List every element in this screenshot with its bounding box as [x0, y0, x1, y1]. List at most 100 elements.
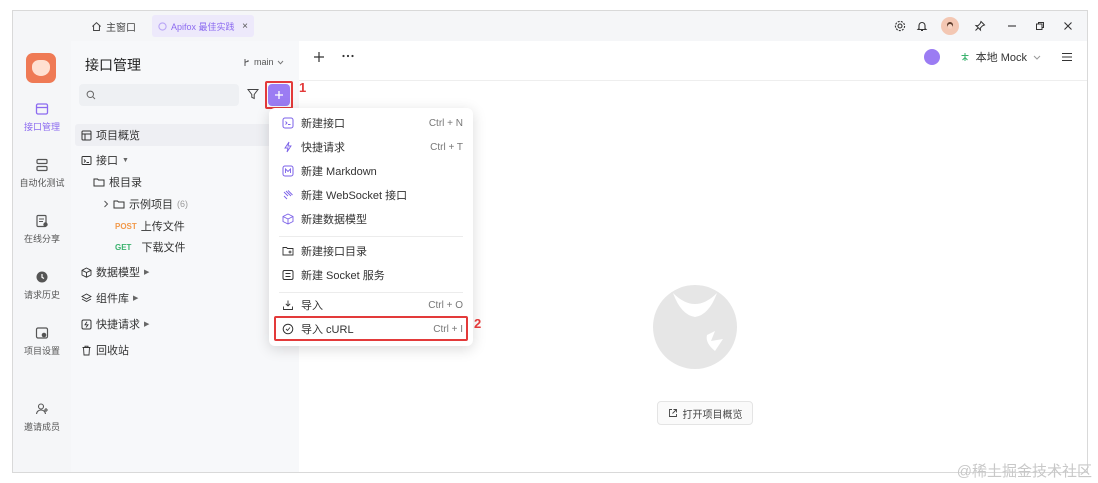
chevron-down-icon: [1033, 55, 1041, 60]
api-sidebar: 接口管理 main 1 项目概览 接口 ▼ 根目录 示例项目 (6) POST …: [71, 41, 306, 472]
project-tab[interactable]: Apifox 最佳实践 ×: [152, 15, 254, 37]
step-1-label: 1: [299, 80, 307, 95]
menu-divider: [279, 292, 463, 293]
menu-icon[interactable]: [1061, 52, 1073, 62]
open-external-icon: [668, 408, 678, 418]
caret-right-icon: ▶: [133, 295, 139, 302]
open-overview-label: 打开项目概览: [682, 409, 743, 421]
menu-item-new-folder[interactable]: 新建接口目录: [269, 240, 473, 262]
menu-item-import[interactable]: 导入 Ctrl + O: [269, 294, 473, 316]
nav-share[interactable]: 在线分享: [13, 213, 71, 245]
app-window: 主窗口 Apifox 最佳实践 × 接口管理 自动化测试 在线分享 请求历史 项…: [12, 10, 1088, 473]
apifox-logo: [26, 53, 56, 83]
history-icon: [34, 269, 50, 285]
user-avatar[interactable]: [941, 17, 959, 35]
tree-item-overview[interactable]: 项目概览: [75, 124, 295, 146]
main-toolbar: 本地 Mock: [299, 41, 1087, 81]
tree-item-example[interactable]: 示例项目 (6): [103, 196, 188, 212]
tree-label: 根目录: [109, 177, 142, 189]
settings-icon: [34, 325, 50, 341]
menu-item-new-schema[interactable]: 新建数据模型: [269, 208, 473, 230]
menu-item-new-websocket[interactable]: 新建 WebSocket 接口: [269, 184, 473, 206]
tree-label: 项目概览: [96, 130, 140, 142]
new-folder-icon: [281, 244, 295, 258]
tree-item-components[interactable]: 组件库 ▶: [81, 290, 138, 306]
menu-label: 新建接口: [301, 118, 345, 130]
more-icon[interactable]: [341, 50, 355, 62]
home-tab-label: 主窗口: [106, 22, 136, 34]
folder-icon: [113, 199, 125, 209]
api-management-icon: [34, 101, 50, 117]
menu-shortcut: Ctrl + T: [430, 141, 463, 153]
layers-icon: [81, 292, 92, 304]
invite-member-icon: [34, 401, 50, 417]
menu-label: 新建 Socket 服务: [301, 270, 385, 282]
tree-item-upload-file[interactable]: POST 上传文件: [115, 218, 185, 234]
tree-label: 组件库: [96, 293, 129, 305]
tree-item-apis[interactable]: 接口 ▼: [81, 152, 129, 168]
environment-status-icon[interactable]: [923, 49, 940, 65]
nav-label: 接口管理: [23, 122, 60, 132]
automation-icon: [34, 157, 50, 173]
pin-icon[interactable]: [969, 16, 991, 36]
minimize-icon[interactable]: [1001, 16, 1023, 36]
menu-label: 新建 Markdown: [301, 166, 377, 178]
nav-label: 邀请成员: [23, 422, 60, 432]
nav-history[interactable]: 请求历史: [13, 269, 71, 301]
cube-icon: [81, 266, 92, 278]
empty-state-illustration: [649, 281, 741, 373]
menu-item-new-markdown[interactable]: 新建 Markdown: [269, 160, 473, 182]
notification-bell-icon[interactable]: [911, 16, 933, 36]
import-icon: [281, 298, 295, 312]
menu-item-new-api[interactable]: 新建接口 Ctrl + N: [269, 112, 473, 134]
environment-name: 本地 Mock: [975, 52, 1027, 64]
tree-item-schemas[interactable]: 数据模型 ▶: [81, 264, 149, 280]
settings-gear-icon[interactable]: [889, 16, 911, 36]
tree-label: 下载文件: [141, 242, 186, 254]
close-window-icon[interactable]: [1057, 16, 1079, 36]
menu-shortcut: Ctrl + O: [428, 299, 463, 311]
search-icon: [86, 90, 96, 100]
tree-label: 数据模型: [96, 267, 140, 279]
menu-divider: [279, 236, 463, 237]
nav-label: 请求历史: [23, 290, 60, 300]
caret-right-icon: ▶: [144, 321, 150, 328]
menu-label: 导入: [301, 300, 323, 312]
menu-label: 新建 WebSocket 接口: [301, 190, 408, 202]
highlight-box-2: [274, 316, 468, 341]
socket-service-icon: [281, 268, 295, 282]
nav-invite-member[interactable]: 邀请成员: [13, 401, 71, 433]
environment-selector[interactable]: 本地 Mock: [923, 49, 1073, 65]
menu-item-new-socket[interactable]: 新建 Socket 服务: [269, 264, 473, 286]
tree-item-trash[interactable]: 回收站: [81, 342, 129, 358]
watermark: @稀土掘金技术社区: [956, 463, 1092, 480]
add-menu-dropdown: 新建接口 Ctrl + N 快捷请求 Ctrl + T 新建 Markdown …: [269, 108, 473, 346]
nav-settings[interactable]: 项目设置: [13, 325, 71, 357]
tree-label: 快捷请求: [96, 319, 140, 331]
tree-label: 接口: [96, 155, 118, 167]
tree-item-download-file[interactable]: GET 下载文件: [115, 239, 185, 255]
method-badge: GET: [115, 242, 132, 252]
restore-icon[interactable]: [1029, 16, 1051, 36]
tree-item-root[interactable]: 根目录: [93, 174, 142, 190]
menu-item-quick-request[interactable]: 快捷请求 Ctrl + T: [269, 136, 473, 158]
branch-icon: [243, 58, 251, 67]
open-overview-button[interactable]: 打开项目概览: [657, 401, 753, 425]
branch-selector[interactable]: main: [243, 57, 284, 67]
caret-down-icon: ▼: [122, 156, 129, 164]
nav-automation[interactable]: 自动化测试: [13, 157, 71, 189]
close-tab-icon[interactable]: ×: [242, 21, 248, 32]
nav-api-management[interactable]: 接口管理: [13, 101, 71, 133]
home-icon: [91, 21, 102, 32]
cube-icon: [281, 212, 295, 226]
tree-label: 上传文件: [140, 221, 185, 233]
tree-item-quick-requests[interactable]: 快捷请求 ▶: [81, 316, 149, 332]
home-tab[interactable]: 主窗口: [91, 17, 136, 35]
branch-name: main: [254, 57, 274, 67]
filter-icon[interactable]: [247, 88, 259, 100]
new-tab-icon[interactable]: [313, 51, 325, 63]
nav-label: 在线分享: [23, 234, 60, 244]
left-nav: 接口管理 自动化测试 在线分享 请求历史 项目设置 邀请成员: [13, 41, 71, 472]
search-input[interactable]: [79, 84, 239, 106]
trash-icon: [81, 345, 92, 356]
